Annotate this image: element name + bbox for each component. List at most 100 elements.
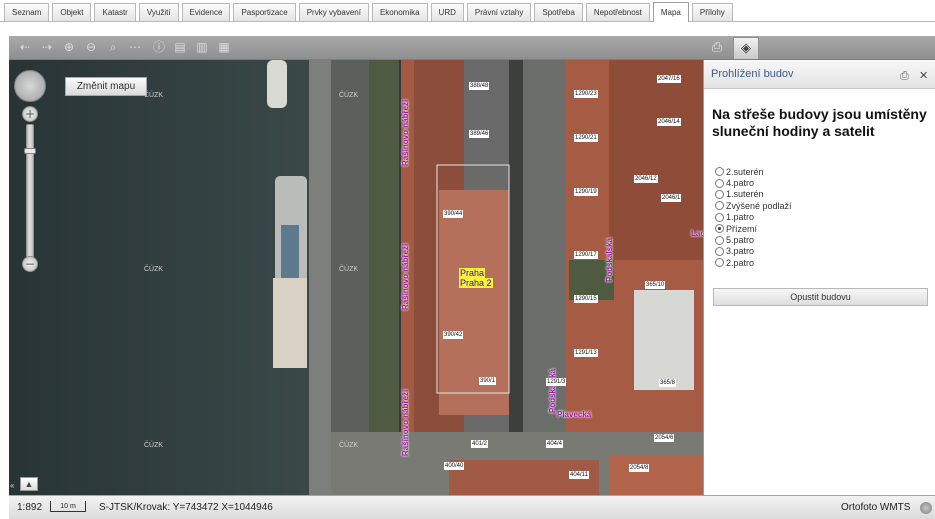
zoom-full-icon[interactable]: ⌕: [105, 40, 121, 55]
tab-mapa[interactable]: Mapa: [652, 2, 689, 22]
export-icon[interactable]: ▦: [216, 40, 232, 55]
parcel-label: 2054/6: [654, 434, 675, 442]
tab-pravni-vztahy[interactable]: Právní vztahy: [466, 3, 532, 21]
pan-control[interactable]: [14, 70, 46, 102]
arrow-left-icon[interactable]: ⇠: [17, 40, 33, 55]
layer-name: Ortofoto WMTS: [841, 502, 911, 513]
status-bar: 1:892 10 m S-JTSK/Krovak: Y=743472 X=104…: [9, 495, 935, 519]
floor-option[interactable]: 2.suterén: [715, 166, 792, 177]
tab-prvky-vybaveni[interactable]: Prvky vybavení: [298, 3, 369, 21]
radio-button[interactable]: [715, 246, 724, 256]
radio-button[interactable]: [715, 212, 724, 222]
tab-nepotrebnost[interactable]: Nepotřebnost: [585, 3, 650, 21]
zoom-in-button[interactable]: +: [22, 106, 38, 122]
floor-label: 2.suterén: [726, 166, 764, 177]
floor-option[interactable]: Přízemí: [715, 223, 792, 234]
radio-button[interactable]: [715, 201, 724, 211]
tab-urd[interactable]: URD: [430, 3, 464, 21]
watermark: ČÚZK: [144, 442, 164, 449]
radio-button[interactable]: [715, 189, 724, 199]
parcel-label: 1290/17: [574, 251, 598, 259]
tab-spotreba[interactable]: Spotřeba: [534, 3, 583, 21]
parcel-label: 400/40: [444, 462, 465, 470]
map-canvas[interactable]: ČÚZK ČÚZK ČÚZK ČÚZK ČÚZK ČÚZK Rašínovo n…: [9, 60, 703, 495]
parcel-label: 2054/8: [629, 464, 650, 472]
zoom-slider-handle[interactable]: [24, 148, 36, 154]
zoom-out-button[interactable]: −: [22, 256, 38, 272]
parcel-label: 389/46: [469, 130, 490, 138]
parcel-label: 1290/23: [574, 90, 598, 98]
floor-label: 2.patro: [726, 257, 755, 268]
radio-button-selected[interactable]: [715, 224, 724, 234]
floor-label: 5.patro: [726, 235, 755, 246]
radio-button[interactable]: [715, 167, 724, 177]
parcel-label: 2047/16: [657, 75, 681, 83]
ortophoto-map: [9, 60, 703, 495]
floor-label: 1.suterén: [726, 189, 764, 200]
collapse-arrows-icon[interactable]: «: [10, 481, 14, 490]
tab-pasportizace[interactable]: Pasportizace: [233, 3, 296, 21]
tab-vyuziti[interactable]: Využití: [138, 3, 179, 21]
parcel-label: 390/44: [443, 210, 464, 218]
floor-option[interactable]: 2.patro: [715, 257, 792, 268]
watermark: ČÚZK: [339, 266, 359, 273]
parcel-label: 388/48: [469, 82, 490, 90]
radio-button[interactable]: [715, 235, 724, 245]
floor-list: 2.suterén 4.patro 1.suterén Zvýšené podl…: [715, 166, 792, 269]
print-icon[interactable]: ▤: [172, 40, 188, 55]
print-icon[interactable]: ⎙: [900, 69, 909, 83]
tab-bar: Seznam Objekt Katastr Využití Evidence P…: [0, 0, 935, 22]
measure-icon[interactable]: ⋯: [127, 40, 143, 55]
print-layer-icon[interactable]: ⎙: [704, 37, 730, 59]
parcel-label: 365/10: [645, 281, 666, 289]
scale-readout: 1:892: [17, 502, 43, 513]
zoom-slider[interactable]: [26, 124, 34, 258]
parcel-label: 2046/12: [634, 175, 658, 183]
arrow-right-icon[interactable]: ⇢: [39, 40, 55, 55]
floor-label: 3.patro: [726, 246, 755, 257]
parcel-label: 401/2: [471, 440, 489, 448]
floor-option[interactable]: 4.patro: [715, 177, 792, 188]
floor-option[interactable]: 1.patro: [715, 212, 792, 223]
watermark: ČÚZK: [339, 442, 359, 449]
scale-bar: 10 m: [50, 501, 86, 512]
tab-prilohy[interactable]: Přílohy: [691, 3, 733, 21]
street-label: Podskalská: [605, 237, 614, 282]
radio-button[interactable]: [715, 258, 724, 268]
street-label: Rašínovo nábřeží: [401, 243, 410, 310]
change-map-button[interactable]: Změnit mapu: [65, 77, 147, 96]
floor-option[interactable]: Zvýšené podlaží: [715, 200, 792, 211]
radio-button[interactable]: [715, 178, 724, 188]
panel-header: Prohlížení budov ⎙ ✕: [704, 60, 935, 89]
legend-icon[interactable]: ▥: [194, 40, 210, 55]
parcel-label: 2046/1: [661, 194, 682, 202]
street-label: Rašínovo nábřeží: [401, 99, 410, 166]
watermark: ČÚZK: [144, 266, 164, 273]
tab-katastr[interactable]: Katastr: [94, 3, 136, 21]
floor-label: 1.patro: [726, 212, 755, 223]
layers-icon[interactable]: ◈: [733, 37, 759, 59]
tab-ekonomika[interactable]: Ekonomika: [371, 3, 428, 21]
building-description: Na střeše budovy jsou umístěny sluneční …: [712, 106, 927, 139]
floor-option[interactable]: 1.suterén: [715, 189, 792, 200]
info-icon[interactable]: ⓘ: [151, 40, 167, 55]
chevron-up-icon[interactable]: ▲: [20, 477, 38, 491]
street-label: Rašínovo nábřeží: [401, 389, 410, 456]
close-icon[interactable]: ✕: [919, 69, 928, 82]
floor-label: 4.patro: [726, 178, 755, 189]
tab-seznam[interactable]: Seznam: [4, 3, 50, 21]
tab-evidence[interactable]: Evidence: [181, 3, 231, 21]
zoom-in-icon[interactable]: ⊕: [61, 40, 77, 55]
floor-option[interactable]: 3.patro: [715, 246, 792, 257]
leave-building-button[interactable]: Opustit budovu: [713, 288, 928, 306]
zoom-out-icon[interactable]: ⊖: [83, 40, 99, 55]
parcel-label: 1290/19: [574, 188, 598, 196]
floor-label: Přízemí: [726, 223, 758, 234]
coordinates-readout: S-JTSK/Krovak: Y=743472 X=1044946: [99, 502, 273, 513]
floor-option[interactable]: 5.patro: [715, 234, 792, 245]
parcel-label: 1291/13: [574, 349, 598, 357]
building-panel: Prohlížení budov ⎙ ✕ Na střeše budovy js…: [703, 60, 935, 495]
tab-objekt[interactable]: Objekt: [52, 3, 92, 21]
globe-icon[interactable]: [920, 502, 932, 514]
parcel-label: 1291/3: [546, 378, 567, 386]
